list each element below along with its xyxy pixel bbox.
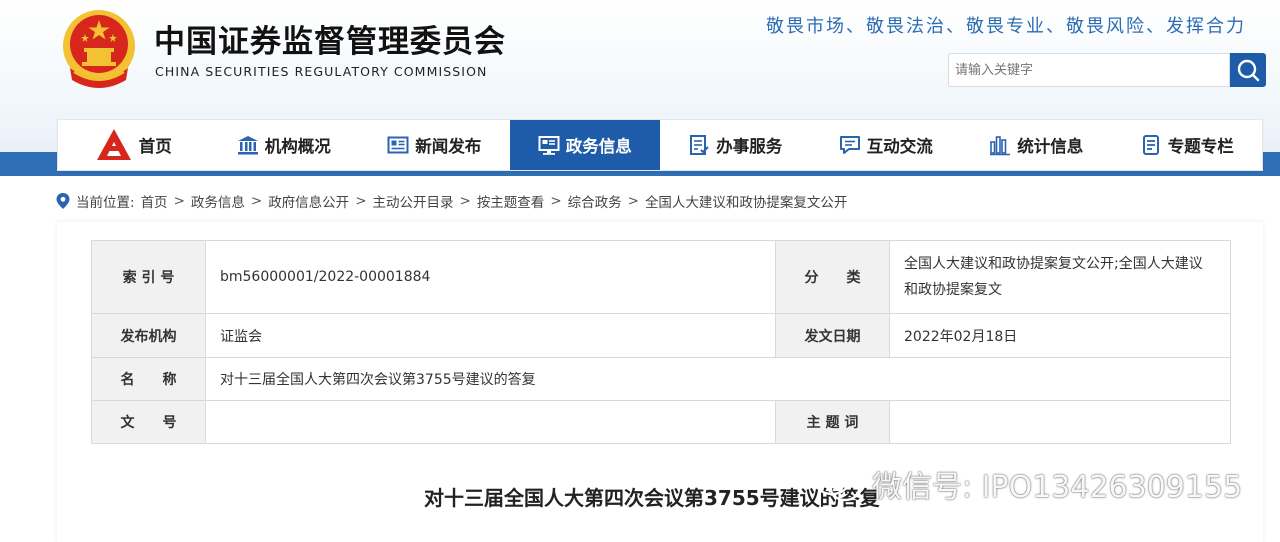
search-icon — [1237, 59, 1260, 82]
location-pin-icon — [56, 193, 70, 209]
index-value: bm56000001/2022-00001884 — [205, 240, 776, 314]
search-button[interactable] — [1230, 53, 1266, 87]
breadcrumb-link[interactable]: 首页 — [141, 191, 168, 211]
breadcrumb-separator: > — [627, 193, 639, 209]
docno-label: 文 号 — [91, 400, 206, 444]
newspaper-icon — [387, 136, 409, 154]
table-row: 名 称 对十三届全国人大第四次会议第3755号建议的答复 — [91, 357, 1231, 401]
nav-label: 专题专栏 — [1167, 137, 1234, 156]
table-row: 文 号 主 题 词 — [91, 400, 1231, 444]
slogan: 敬畏市场、敬畏法治、敬畏专业、敬畏风险、发挥合力 — [766, 16, 1246, 37]
category-value: 全国人大建议和政协提案复文公开;全国人大建议和政协提案复文 — [889, 240, 1231, 314]
index-label: 索 引 号 — [91, 240, 206, 314]
category-label: 分 类 — [775, 240, 890, 314]
bar-chart-icon — [990, 136, 1011, 156]
date-label: 发文日期 — [775, 313, 890, 358]
date-value: 2022年02月18日 — [889, 313, 1231, 358]
breadcrumb-link[interactable]: 政务信息 — [191, 191, 245, 211]
nav-label: 统计信息 — [1017, 137, 1084, 156]
site-subtitle: CHINA SECURITIES REGULATORY COMMISSION — [155, 64, 488, 79]
name-value: 对十三届全国人大第四次会议第3755号建议的答复 — [205, 357, 1231, 401]
table-row: 索 引 号 bm56000001/2022-00001884 分 类 全国人大建… — [91, 240, 1231, 314]
building-icon — [237, 136, 258, 155]
keywords-value — [889, 400, 1231, 444]
nav-item-gov-info[interactable]: 政务信息 — [509, 120, 660, 170]
nav-item-news[interactable]: 新闻发布 — [359, 120, 510, 170]
breadcrumb-link[interactable]: 按主题查看 — [477, 191, 545, 211]
name-label: 名 称 — [91, 357, 206, 401]
nav-item-statistics[interactable]: 统计信息 — [961, 120, 1112, 170]
national-emblem-icon[interactable] — [60, 8, 138, 88]
nav-item-home[interactable]: 首页 — [58, 120, 209, 170]
nav-label: 新闻发布 — [415, 137, 482, 156]
home-logo-icon — [96, 129, 131, 160]
publisher-label: 发布机构 — [91, 313, 206, 358]
wechat-icon — [813, 466, 861, 502]
nav-label: 首页 — [138, 137, 172, 156]
breadcrumb-separator: > — [250, 193, 263, 209]
breadcrumb-separator: > — [173, 193, 185, 209]
breadcrumb: 当前位置: 首页 > 政务信息 > 政府信息公开 > 主动公开目录 > 按主题查… — [56, 191, 847, 211]
nav-item-interaction[interactable]: 互动交流 — [811, 120, 962, 170]
breadcrumb-separator: > — [550, 193, 562, 209]
breadcrumb-link[interactable]: 综合政务 — [568, 191, 622, 211]
document-icon — [1142, 135, 1159, 155]
breadcrumb-link[interactable]: 政府信息公开 — [268, 191, 349, 211]
breadcrumb-link[interactable]: 主动公开目录 — [373, 191, 454, 211]
breadcrumb-separator: > — [459, 193, 471, 209]
search-input[interactable] — [948, 53, 1230, 87]
keywords-label: 主 题 词 — [775, 400, 890, 444]
breadcrumb-separator: > — [355, 193, 367, 209]
watermark-text: 微信号: IPO13426309155 — [872, 470, 1243, 505]
table-row: 发布机构 证监会 发文日期 2022年02月18日 — [91, 313, 1231, 358]
site-title[interactable]: 中国证券监督管理委员会 — [154, 16, 506, 61]
nav-item-about[interactable]: 机构概况 — [209, 120, 360, 170]
nav-item-topics[interactable]: 专题专栏 — [1112, 120, 1263, 170]
nav-label: 政务信息 — [565, 137, 632, 156]
chat-icon — [839, 136, 860, 154]
docno-value — [205, 400, 776, 444]
publisher-value: 证监会 — [205, 313, 776, 358]
watermark: 微信号: IPO13426309155 — [812, 462, 1242, 506]
nav-item-services[interactable]: 办事服务 — [660, 120, 811, 170]
breadcrumb-link[interactable]: 全国人大建议和政协提案复文公开 — [645, 191, 848, 211]
nav-label: 互动交流 — [866, 137, 933, 156]
document-meta-table: 索 引 号 bm56000001/2022-00001884 分 类 全国人大建… — [91, 240, 1231, 444]
checklist-icon — [690, 135, 709, 155]
nav-label: 机构概况 — [264, 137, 331, 156]
breadcrumb-prefix: 当前位置: — [76, 195, 135, 211]
main-nav: 首页 机构概况 新闻发布 政务信息 办事服务 互动交流 统计信息 专题专栏 — [57, 119, 1263, 171]
monitor-icon — [538, 136, 560, 155]
nav-label: 办事服务 — [716, 137, 783, 156]
